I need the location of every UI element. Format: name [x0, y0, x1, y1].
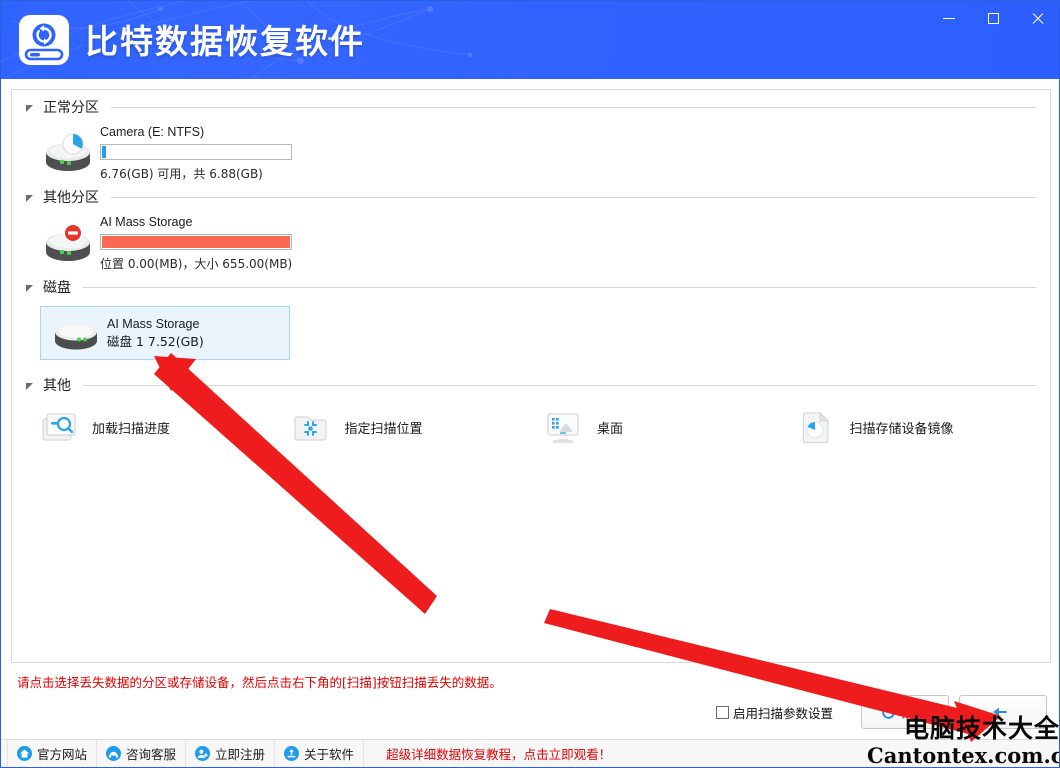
- status-item-label: 关于软件: [304, 747, 355, 762]
- status-item-register[interactable]: 立即注册: [186, 740, 276, 767]
- hard-disk-icon: [55, 323, 97, 350]
- close-button[interactable]: [1015, 1, 1059, 35]
- group-label: 正常分区: [43, 100, 99, 116]
- status-item-support[interactable]: 咨询客服: [97, 740, 187, 767]
- action-label: 加载扫描进度: [92, 421, 171, 437]
- minimize-icon: [943, 17, 955, 19]
- status-bar: 官方网站 咨询客服 立即注册 关于软件 超级详细数据恢复教程，点击立即观看！: [1, 739, 1059, 767]
- checkbox-label: 启用扫描参数设置: [732, 705, 833, 721]
- collapse-triangle-icon[interactable]: [26, 383, 33, 390]
- partition-drive-icon: [46, 133, 90, 171]
- disk-tile-selected[interactable]: AI Mass Storage 磁盘 1 7.52(GB): [40, 306, 290, 360]
- desktop-monitor-icon: [547, 413, 579, 443]
- checkbox-box-icon[interactable]: [715, 705, 729, 719]
- minimize-button[interactable]: [927, 1, 971, 35]
- partition-usage-fill: [102, 236, 290, 248]
- group-header-others[interactable]: 其他: [26, 374, 1036, 396]
- action-load-scan-progress[interactable]: 加载扫描进度: [40, 410, 293, 444]
- partition-row[interactable]: AI Mass Storage 位置 0.00(MB)，大小 655.00(MB…: [12, 208, 1050, 271]
- partition-usage-fill: [102, 146, 106, 158]
- status-item-official-site[interactable]: 官方网站: [7, 740, 98, 767]
- divider: [111, 106, 1036, 108]
- partition-drive-blocked-icon: [46, 223, 90, 261]
- status-item-label: 立即注册: [215, 747, 266, 762]
- scan-button[interactable]: [959, 695, 1047, 729]
- promo-link[interactable]: 超级详细数据恢复教程，点击立即观看！: [386, 744, 611, 763]
- refresh-label: 刷新: [902, 706, 929, 722]
- info-about-icon: [284, 746, 300, 761]
- page-title: 比特数据恢复软件: [85, 22, 365, 61]
- scan-params-checkbox[interactable]: 启用扫描参数设置: [715, 703, 833, 722]
- home-icon: [17, 746, 32, 761]
- title-bar: 比特数据恢复软件: [1, 1, 1059, 79]
- window-controls: [927, 1, 1059, 35]
- collapse-triangle-icon[interactable]: [26, 195, 33, 202]
- divider: [111, 196, 1036, 198]
- status-item-label: 咨询客服: [126, 747, 177, 762]
- back-arrow-icon: [992, 705, 1008, 719]
- action-specify-scan-location[interactable]: 指定扫描位置: [293, 410, 546, 444]
- load-scan-progress-icon: [42, 413, 76, 441]
- action-scan-device-image[interactable]: 扫描存储设备镜像: [798, 410, 1051, 444]
- partition-detail: 位置 0.00(MB)，大小 655.00(MB): [100, 257, 293, 271]
- user-register-icon: [195, 746, 211, 761]
- partition-usage-bar: [100, 144, 292, 160]
- maximize-button[interactable]: [971, 1, 1015, 35]
- main-content-panel: 正常分区 Camera (E: NTFS) 6.76(GB) 可用，共 6.88…: [11, 89, 1051, 663]
- partition-row[interactable]: Camera (E: NTFS) 6.76(GB) 可用，共 6.88(GB): [12, 118, 1050, 181]
- action-label: 扫描存储设备镜像: [849, 421, 954, 437]
- specify-scan-location-folder-icon: [294, 416, 326, 441]
- scan-device-image-file-icon: [802, 411, 829, 444]
- collapse-triangle-icon[interactable]: [26, 105, 33, 112]
- group-header-normal-partitions[interactable]: 正常分区: [26, 96, 1036, 118]
- application-window: 比特数据恢复软件 正常分区 Camera (E: NTFS) 6.76(GB) …: [0, 0, 1060, 768]
- group-header-other-partitions[interactable]: 其他分区: [26, 186, 1036, 208]
- group-header-disks[interactable]: 磁盘: [26, 276, 1036, 298]
- hint-text: 请点击选择丢失数据的分区或存储设备，然后点击右下角的[扫描]按钮扫描丢失的数据。: [17, 675, 502, 690]
- disk-detail: 磁盘 1 7.52(GB): [107, 334, 204, 349]
- status-item-label: 官方网站: [37, 747, 88, 762]
- close-icon: [1031, 12, 1044, 25]
- status-item-about[interactable]: 关于软件: [275, 740, 365, 767]
- other-actions-row: 加载扫描进度 指定扫描位置 桌面 扫描存储设备镜像: [12, 396, 1050, 444]
- maximize-icon: [987, 12, 999, 24]
- partition-usage-bar: [100, 234, 292, 250]
- refresh-circular-arrow-icon: [881, 704, 896, 720]
- divider: [83, 384, 1036, 386]
- partition-detail: 6.76(GB) 可用，共 6.88(GB): [100, 167, 263, 181]
- partition-name: AI Mass Storage: [100, 215, 193, 229]
- group-label: 其他分区: [43, 190, 99, 206]
- partition-name: Camera (E: NTFS): [100, 125, 205, 139]
- action-label: 桌面: [597, 421, 624, 437]
- disk-recovery-logo-icon: [19, 15, 69, 65]
- title-accent-dot: [328, 37, 331, 40]
- bottom-controls: 启用扫描参数设置 刷新: [715, 695, 1047, 729]
- divider: [83, 286, 1036, 288]
- headset-support-icon: [106, 746, 122, 761]
- action-desktop[interactable]: 桌面: [545, 410, 798, 444]
- group-label: 磁盘: [43, 280, 71, 296]
- group-label: 其他: [43, 378, 71, 394]
- disk-name: AI Mass Storage: [107, 317, 200, 331]
- action-label: 指定扫描位置: [344, 421, 423, 437]
- collapse-triangle-icon[interactable]: [26, 285, 33, 292]
- refresh-button[interactable]: 刷新: [861, 695, 949, 729]
